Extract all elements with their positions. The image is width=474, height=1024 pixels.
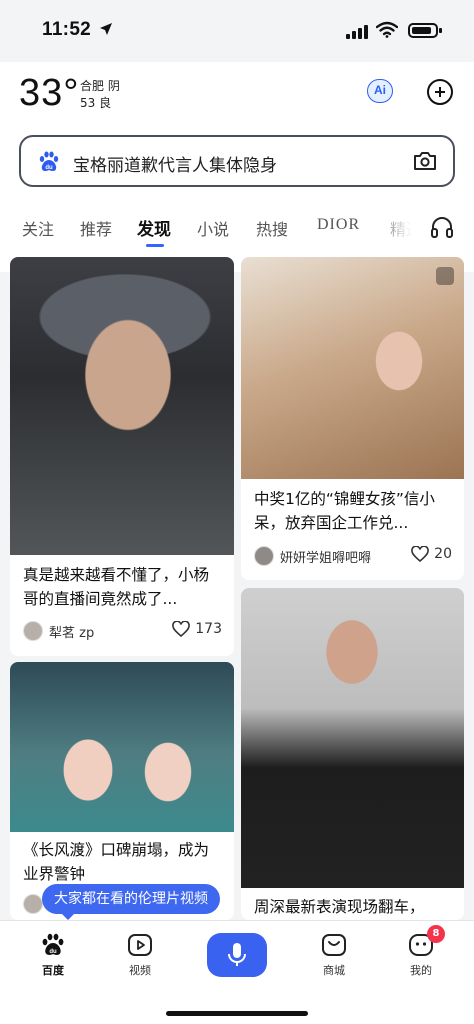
card-author[interactable]: 犁茗 zp: [23, 621, 94, 641]
ai-assistant-button[interactable]: Ai: [367, 79, 393, 103]
like-count: 20: [434, 546, 452, 562]
avatar: [254, 546, 274, 566]
baidu-paw-icon: du: [39, 151, 59, 171]
card-title: 《长风渡》口碑崩塌，成为业界警钟: [23, 841, 210, 883]
microphone-icon: [228, 943, 246, 966]
card-title: 周深最新表演现场翻车，: [254, 898, 425, 916]
like-count: 173: [195, 621, 222, 637]
search-input[interactable]: 宝格丽道歉代言人集体隐身: [73, 151, 277, 176]
svg-text:du: du: [49, 949, 57, 955]
weather-temperature[interactable]: 33°: [19, 72, 79, 115]
feed-card[interactable]: 真是越来越看不懂了，小杨哥的直播间竟然成了... 犁茗 zp 173: [10, 257, 234, 656]
nav-home[interactable]: du 百度: [23, 933, 83, 978]
like-button[interactable]: 173: [172, 621, 222, 637]
nav-mall-label: 商城: [323, 964, 345, 977]
cellular-signal-icon: [346, 25, 368, 39]
feed-card[interactable]: 中奖1亿的“锦鲤女孩”信小呆，放弃国企工作兑... 妍妍学姐嘚吧嘚 20: [241, 257, 464, 580]
status-bar: 11:52: [0, 0, 474, 62]
recommend-tooltip[interactable]: 大家都在看的伦理片视频: [42, 884, 220, 920]
category-tabs: 关注 推荐 发现 小说 热搜 DIOR 精选: [0, 202, 474, 252]
battery-icon: [408, 23, 442, 38]
notification-badge: 8: [427, 925, 445, 943]
voice-search-button[interactable]: [207, 933, 267, 977]
heart-icon: [172, 621, 191, 637]
active-tab-indicator: [146, 244, 164, 247]
location-arrow-icon: [100, 23, 112, 35]
author-name: 犁茗 zp: [49, 625, 95, 641]
tab-discover[interactable]: 发现: [137, 215, 171, 240]
feed-card[interactable]: 周深最新表演现场翻车，: [241, 588, 464, 920]
heart-icon: [411, 546, 429, 562]
nav-mall[interactable]: 商城: [304, 933, 364, 978]
card-title: 真是越来越看不懂了，小杨哥的直播间竟然成了...: [23, 566, 210, 608]
bottom-nav: du 百度 视频 商城 8 我的: [0, 920, 474, 1024]
author-name: 妍妍学姐嘚吧嘚: [280, 550, 372, 566]
tabs-fade-overlay: [370, 202, 430, 252]
weather-aqi[interactable]: 53 良: [80, 94, 111, 111]
header: 33° 合肥 阴 53 良 Ai du 宝格丽道歉代言人集体隐身 关注 推荐 发…: [0, 62, 474, 272]
tab-follow[interactable]: 关注: [22, 216, 54, 240]
status-time: 11:52: [42, 19, 92, 40]
nav-home-label: 百度: [42, 964, 64, 977]
svg-text:du: du: [45, 165, 53, 171]
card-image: [10, 662, 234, 832]
weather-city[interactable]: 合肥 阴: [80, 77, 120, 94]
headphone-icon[interactable]: [430, 216, 454, 238]
video-play-icon: [128, 934, 152, 956]
feed-card[interactable]: 《长风渡》口碑崩塌，成为业界警钟: [10, 662, 234, 920]
tab-novel[interactable]: 小说: [197, 216, 229, 240]
card-image: [241, 257, 464, 479]
card-title: 中奖1亿的“锦鲤女孩”信小呆，放弃国企工作兑...: [254, 490, 435, 532]
card-image: [10, 257, 234, 555]
avatar: [23, 621, 43, 641]
nav-me[interactable]: 8 我的: [391, 925, 451, 978]
shopping-bag-icon: [322, 934, 346, 956]
tab-dior[interactable]: DIOR: [317, 216, 360, 234]
nav-video[interactable]: 视频: [110, 933, 170, 978]
camera-icon[interactable]: [413, 151, 437, 171]
tab-recommend[interactable]: 推荐: [80, 216, 112, 240]
like-button[interactable]: 20: [411, 546, 452, 562]
tab-hot-search[interactable]: 热搜: [256, 216, 288, 240]
wifi-icon: [376, 21, 398, 38]
avatar: [23, 894, 43, 914]
baidu-paw-icon: du: [42, 933, 64, 955]
nav-me-label: 我的: [410, 964, 432, 977]
home-indicator: [166, 1011, 308, 1016]
card-image: [241, 588, 464, 888]
add-button[interactable]: [427, 79, 453, 105]
card-author[interactable]: 妍妍学姐嘚吧嘚: [254, 546, 371, 566]
gallery-icon: [436, 267, 454, 285]
search-bar[interactable]: du 宝格丽道歉代言人集体隐身: [19, 135, 455, 187]
nav-video-label: 视频: [129, 964, 151, 977]
